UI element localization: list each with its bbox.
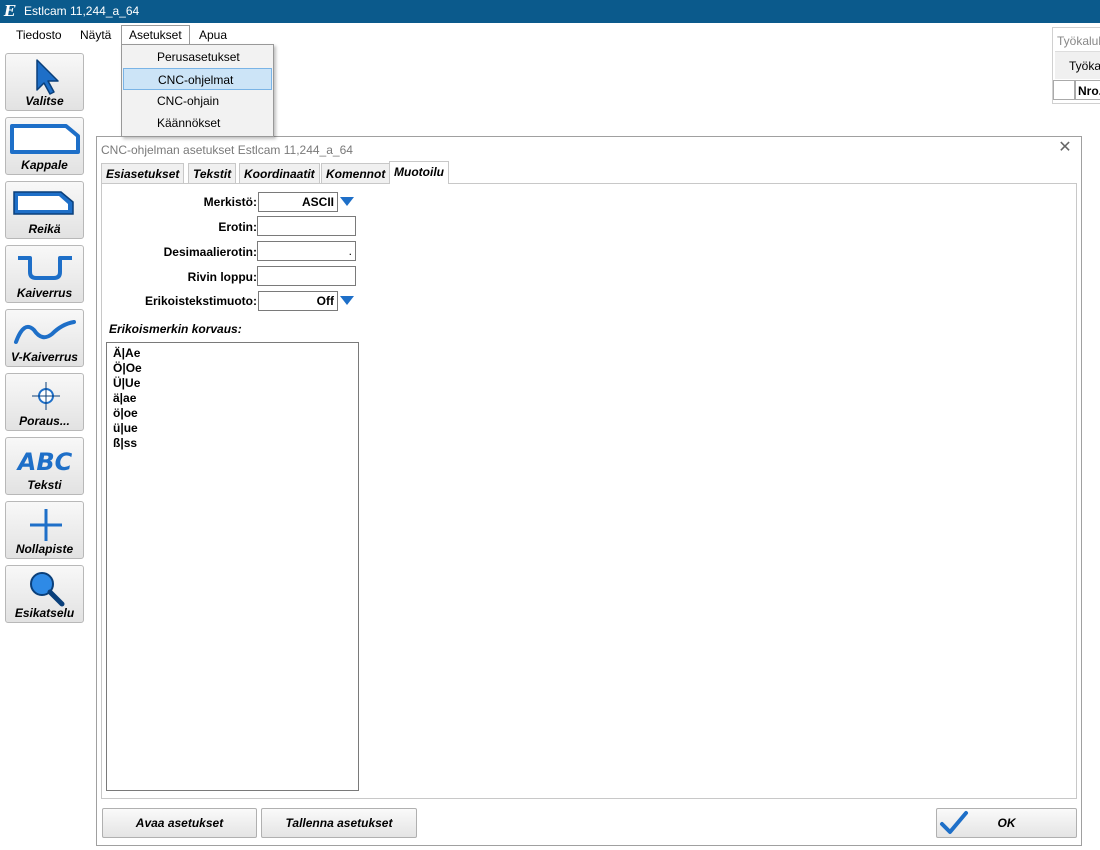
tool-panel-column-number: Nro.: [1075, 80, 1100, 100]
menu-help[interactable]: Apua: [192, 26, 234, 44]
separator-input[interactable]: [257, 216, 356, 236]
tool-hole-label: Reikä: [28, 222, 61, 236]
menu-item-translations[interactable]: Käännökset: [123, 112, 272, 134]
charset-label: Merkistö:: [203, 195, 257, 209]
window-title: Estlcam 11,244_a_64: [24, 4, 140, 18]
tab-formatting[interactable]: Muotoilu: [389, 161, 449, 184]
tool-vcarve-button[interactable]: V-Kaiverrus: [5, 309, 84, 367]
tool-engrave-button[interactable]: Kaiverrus: [5, 245, 84, 303]
title-bar: E Estlcam 11,244_a_64: [0, 0, 1100, 23]
tool-vcarve-label: V-Kaiverrus: [11, 350, 78, 364]
text-abc-icon: ABC: [16, 448, 73, 476]
v-carve-icon: [14, 320, 76, 344]
decimal-separator-label: Desimaalierotin:: [163, 245, 257, 259]
tool-select-label: Valitse: [25, 94, 64, 108]
list-item: Ä|Ae: [113, 346, 141, 360]
tool-text-label: Teksti: [27, 478, 62, 492]
tool-engrave-label: Kaiverrus: [16, 286, 73, 300]
tool-preview-button[interactable]: Esikatselu: [5, 565, 84, 623]
magnifier-icon: [30, 572, 65, 607]
menu-file[interactable]: Tiedosto: [9, 26, 69, 44]
ok-button[interactable]: OK: [936, 808, 1077, 838]
checkmark-icon: [940, 811, 968, 834]
special-char-replace-list[interactable]: Ä|Ae Ö|Oe Ü|Ue ä|ae ö|oe ü|ue ß|ss: [106, 342, 359, 791]
tab-coordinates[interactable]: Koordinaatit: [239, 163, 320, 183]
tool-select-button[interactable]: Valitse: [5, 53, 84, 111]
tool-list-panel: Työkalul Työkal Nro.: [1052, 27, 1100, 104]
list-item: ü|ue: [113, 421, 138, 435]
tool-hole-button[interactable]: Reikä: [5, 181, 84, 239]
part-outline-icon: [10, 124, 80, 154]
tab-presets[interactable]: Esiasetukset: [101, 163, 185, 183]
save-settings-button[interactable]: Tallenna asetukset: [261, 808, 417, 838]
list-item: Ö|Oe: [113, 361, 142, 375]
tool-origin-label: Nollapiste: [15, 542, 74, 556]
line-end-label: Rivin loppu:: [187, 270, 257, 284]
special-char-replace-label: Erikoismerkin korvaus:: [109, 322, 242, 336]
menu-item-basic-settings[interactable]: Perusasetukset: [123, 46, 272, 68]
tool-preview-label: Esikatselu: [14, 606, 75, 620]
chevron-down-icon[interactable]: [339, 295, 355, 307]
menu-item-cnc-controller[interactable]: CNC-ohjain: [123, 90, 272, 112]
menu-settings[interactable]: Asetukset: [121, 25, 190, 46]
settings-dropdown-menu: Perusasetukset CNC-ohjelmat CNC-ohjain K…: [121, 44, 274, 137]
tool-part-button[interactable]: Kappale: [5, 117, 84, 175]
tool-panel-cell[interactable]: [1053, 80, 1075, 100]
tab-texts[interactable]: Tekstit: [188, 163, 237, 183]
tool-panel-title: Työkalul: [1057, 34, 1100, 48]
tool-panel-tab[interactable]: Työkal: [1055, 51, 1100, 79]
tab-commands[interactable]: Komennot: [321, 163, 391, 183]
list-item: ö|oe: [113, 406, 138, 420]
chevron-down-icon[interactable]: [339, 196, 355, 208]
tool-text-button[interactable]: ABC Teksti: [5, 437, 84, 495]
menu-item-cnc-programs[interactable]: CNC-ohjelmat: [123, 68, 272, 90]
list-item: ä|ae: [113, 391, 137, 405]
charset-select[interactable]: ASCII: [258, 192, 338, 212]
origin-cross-icon: [30, 509, 62, 541]
cnc-program-settings-dialog: CNC-ohjelman asetukset Estlcam 11,244_a_…: [96, 136, 1082, 846]
list-item: ß|ss: [113, 436, 138, 450]
tool-drill-button[interactable]: Poraus...: [5, 373, 84, 431]
dialog-title: CNC-ohjelman asetukset Estlcam 11,244_a_…: [101, 143, 353, 157]
svg-text:ABC: ABC: [16, 448, 73, 476]
tool-part-label: Kappale: [21, 158, 68, 172]
tool-panel-tab-label: Työkal: [1069, 59, 1100, 73]
cursor-arrow-icon: [36, 59, 59, 95]
decimal-separator-input[interactable]: .: [257, 241, 356, 261]
menu-bar: Tiedosto Näytä Asetukset Apua: [0, 23, 1100, 46]
tool-drill-label: Poraus...: [19, 414, 70, 428]
special-text-format-label: Erikoistekstimuoto:: [144, 294, 257, 308]
close-icon[interactable]: ✕: [1057, 140, 1073, 156]
line-end-input[interactable]: [257, 266, 356, 286]
ok-label: OK: [997, 816, 1016, 830]
separator-label: Erotin:: [218, 220, 257, 234]
list-item: Ü|Ue: [113, 376, 141, 390]
tool-origin-button[interactable]: Nollapiste: [5, 501, 84, 559]
app-logo-icon: E: [4, 2, 16, 20]
open-settings-button[interactable]: Avaa asetukset: [102, 808, 257, 838]
hole-pocket-icon: [13, 191, 74, 215]
menu-view[interactable]: Näytä: [73, 26, 118, 44]
drill-crosshair-icon: [32, 382, 60, 410]
engrave-groove-icon: [18, 256, 72, 280]
special-text-format-select[interactable]: Off: [258, 291, 338, 311]
